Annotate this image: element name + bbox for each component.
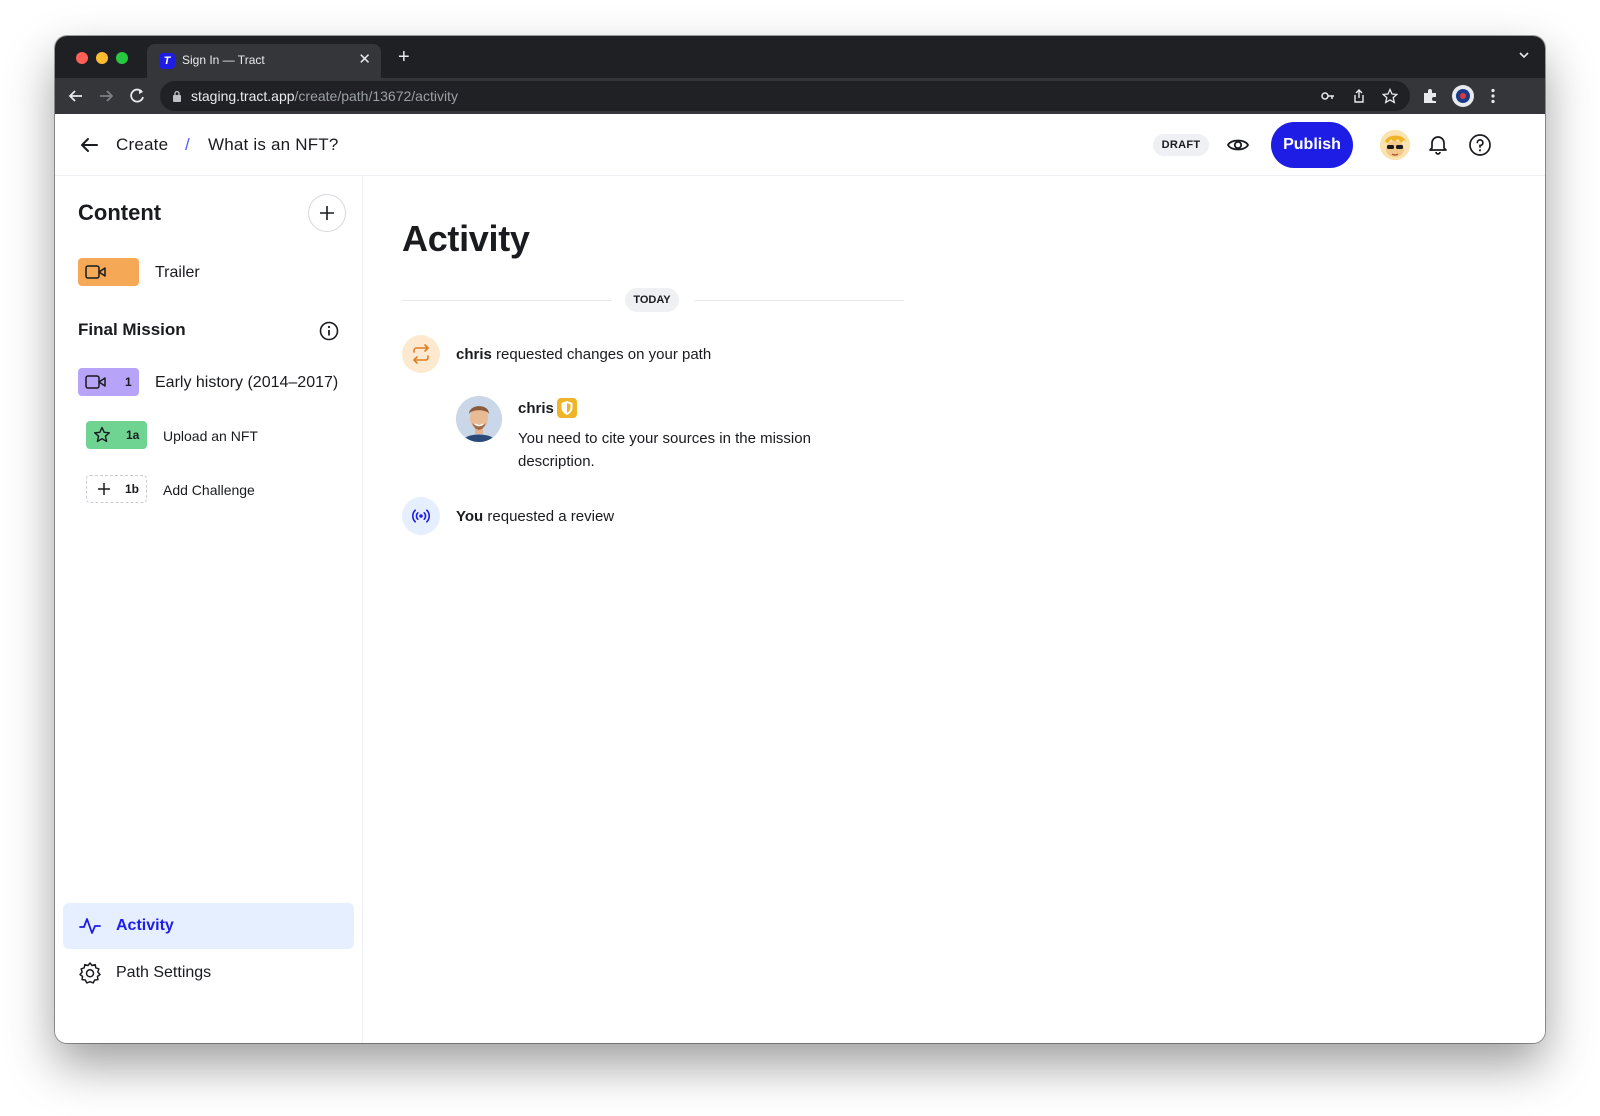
content-sidebar: Content Trailer Final Mission 1 Early hi… bbox=[55, 176, 363, 1043]
mission-item-1b-pill[interactable]: 1b bbox=[86, 475, 147, 503]
commenter-photo bbox=[456, 396, 502, 442]
page-title: Activity bbox=[402, 218, 530, 259]
tab-close-icon[interactable]: ✕ bbox=[358, 51, 371, 69]
browser-window: T Sign In — Tract ✕ + staging.tract.app/… bbox=[55, 36, 1545, 1043]
item-number: 1b bbox=[125, 482, 140, 496]
browser-tabstrip: T Sign In — Tract ✕ + bbox=[55, 36, 1545, 78]
bookmark-star-icon[interactable] bbox=[1382, 88, 1398, 104]
share-icon[interactable] bbox=[1351, 88, 1367, 104]
commenter-avatar[interactable] bbox=[456, 396, 502, 442]
status-badge: DRAFT bbox=[1153, 134, 1209, 156]
activity-main: Activity TODAY chris requested changes o… bbox=[364, 176, 1545, 1043]
address-bar[interactable]: staging.tract.app/create/path/13672/acti… bbox=[160, 81, 1410, 111]
profile-avatar[interactable] bbox=[1452, 85, 1474, 107]
lock-icon bbox=[173, 90, 181, 102]
broadcast-icon bbox=[412, 509, 430, 523]
date-divider-left bbox=[402, 300, 612, 301]
mission-item-1-pill[interactable]: 1 bbox=[78, 368, 139, 396]
event-actor[interactable]: chris bbox=[456, 346, 492, 363]
section-title: Final Mission bbox=[78, 320, 186, 339]
preview-eye-icon[interactable] bbox=[1226, 133, 1250, 157]
user-avatar-illustration bbox=[1380, 130, 1410, 160]
nav-path-settings-label: Path Settings bbox=[116, 964, 212, 981]
browser-forward-icon[interactable] bbox=[96, 86, 116, 106]
app-header: Create / What is an NFT? DRAFT Publish bbox=[55, 114, 1545, 176]
info-icon[interactable] bbox=[319, 321, 339, 341]
sidebar-title: Content bbox=[78, 200, 162, 225]
browser-reload-icon[interactable] bbox=[127, 86, 147, 106]
tab-search-chevron-icon[interactable] bbox=[1517, 48, 1531, 62]
url-path: /create/path/13672/activity bbox=[294, 88, 458, 104]
nav-path-settings[interactable]: Path Settings bbox=[63, 950, 354, 996]
browser-toolbar: staging.tract.app/create/path/13672/acti… bbox=[55, 78, 1545, 114]
sidebar-item-early-history[interactable]: Early history (2014–2017) bbox=[155, 374, 338, 392]
publish-button[interactable]: Publish bbox=[1271, 122, 1353, 168]
video-icon bbox=[85, 375, 106, 389]
add-content-button[interactable] bbox=[308, 194, 346, 232]
star-icon bbox=[94, 426, 110, 443]
tract-favicon-icon: T bbox=[159, 53, 175, 69]
new-tab-button[interactable]: + bbox=[398, 47, 410, 67]
item-number: 1a bbox=[126, 428, 140, 442]
item-number: 1 bbox=[125, 375, 132, 389]
browser-back-icon[interactable] bbox=[66, 86, 86, 106]
activity-event-changes: chris requested changes on your path bbox=[456, 346, 711, 363]
event-text: requested changes on your path bbox=[496, 346, 712, 363]
comment-body: You need to cite your sources in the mis… bbox=[518, 430, 811, 470]
reviewer-shield-icon bbox=[557, 398, 577, 418]
notifications-bell-icon[interactable] bbox=[1427, 133, 1449, 155]
swap-arrows-icon bbox=[413, 344, 429, 364]
breadcrumb-separator: / bbox=[185, 135, 190, 154]
browser-menu-icon[interactable] bbox=[1484, 87, 1502, 105]
gear-icon bbox=[79, 962, 101, 984]
sidebar-item-add-challenge[interactable]: Add Challenge bbox=[163, 482, 255, 498]
mission-item-1a-pill[interactable]: 1a bbox=[86, 421, 147, 449]
maximize-window-button[interactable] bbox=[116, 52, 128, 64]
video-icon bbox=[85, 265, 106, 279]
review-requested-badge bbox=[402, 497, 440, 535]
sidebar-item-upload-nft[interactable]: Upload an NFT bbox=[163, 428, 258, 444]
activity-icon bbox=[79, 918, 101, 934]
extensions-puzzle-icon[interactable] bbox=[1421, 87, 1439, 105]
changes-requested-badge bbox=[402, 335, 440, 373]
breadcrumb-create[interactable]: Create bbox=[116, 135, 168, 155]
event-text: requested a review bbox=[487, 508, 615, 525]
breadcrumb-current: What is an NFT? bbox=[208, 135, 339, 154]
browser-tab-active[interactable]: T Sign In — Tract ✕ bbox=[147, 44, 381, 78]
trailer-pill[interactable] bbox=[78, 258, 139, 286]
comment-author[interactable]: chris bbox=[518, 400, 554, 417]
nav-activity-label: Activity bbox=[116, 917, 174, 934]
address-url: staging.tract.app/create/path/13672/acti… bbox=[191, 88, 458, 104]
help-icon[interactable] bbox=[1468, 133, 1492, 157]
plus-icon bbox=[320, 206, 334, 220]
date-badge: TODAY bbox=[625, 288, 679, 312]
sidebar-item-trailer[interactable]: Trailer bbox=[155, 264, 200, 282]
activity-event-review: You requested a review bbox=[456, 508, 614, 525]
user-avatar[interactable] bbox=[1380, 130, 1410, 160]
plus-icon bbox=[98, 483, 110, 495]
date-divider-right bbox=[694, 300, 904, 301]
tract-app: Create / What is an NFT? DRAFT Publish C… bbox=[55, 114, 1545, 1043]
url-host: staging.tract.app bbox=[191, 88, 295, 104]
tab-title: Sign In — Tract bbox=[182, 53, 265, 67]
minimize-window-button[interactable] bbox=[96, 52, 108, 64]
key-icon[interactable] bbox=[1320, 88, 1336, 104]
nav-activity[interactable]: Activity bbox=[63, 903, 354, 949]
back-arrow-icon[interactable] bbox=[78, 134, 100, 156]
close-window-button[interactable] bbox=[76, 52, 88, 64]
event-actor: You bbox=[456, 508, 484, 525]
